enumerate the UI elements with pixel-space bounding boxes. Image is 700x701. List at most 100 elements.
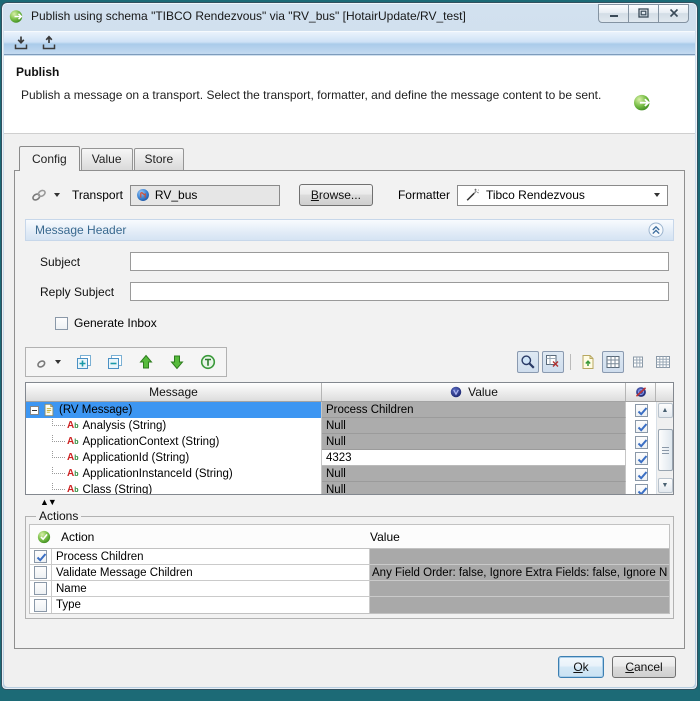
grid-dense-button[interactable] — [652, 351, 674, 373]
reply-subject-label: Reply Subject — [40, 284, 115, 299]
no-validate-icon — [635, 387, 646, 397]
export-page-button[interactable] — [577, 351, 599, 373]
scroll-thumb[interactable] — [657, 429, 673, 471]
generate-inbox-row: Generate Inbox — [55, 316, 684, 330]
message-header-section-bar[interactable]: Message Header — [25, 219, 674, 241]
row-validate-checkbox[interactable] — [634, 419, 648, 433]
dropdown-arrow — [55, 360, 61, 364]
grid-small-button[interactable] — [627, 351, 649, 373]
tree-collapse-toggle[interactable] — [30, 405, 39, 415]
reply-subject-input[interactable] — [130, 282, 669, 301]
row-validate-checkbox[interactable] — [634, 467, 648, 481]
maximize-button[interactable] — [628, 3, 659, 23]
tree-value-cell[interactable]: Null — [322, 466, 626, 482]
tree-row-applicationinstanceid[interactable]: Ab ApplicationInstanceId (String) Null — [26, 466, 656, 482]
expand-all-button[interactable] — [73, 351, 95, 373]
action-row-process-children[interactable]: Process Children — [30, 549, 669, 565]
action-row-validate-message-children[interactable]: Validate Message Children Any Field Orde… — [30, 565, 669, 581]
export-icon[interactable] — [41, 35, 57, 51]
tree-row-class[interactable]: Ab Class (String) Null — [26, 482, 656, 494]
vertical-scrollbar[interactable]: ▲ ▼ — [656, 402, 673, 494]
scroll-track[interactable] — [657, 419, 673, 477]
tree-row-analysis[interactable]: Ab Analysis (String) Null — [26, 418, 656, 434]
action-row-name[interactable]: Name — [30, 581, 669, 597]
formatter-select[interactable]: Tibco Rendezvous — [456, 184, 668, 206]
formatter-dropdown-arrow — [654, 193, 660, 197]
action-checkbox[interactable] — [34, 598, 47, 612]
publish-app-icon — [9, 10, 23, 23]
actions-column-action: Action — [61, 529, 95, 544]
splitter-up-icon[interactable]: ▲ — [40, 497, 49, 507]
message-table-body: (RV Message) Process Children Ab Analysis… — [26, 402, 673, 494]
subject-label: Subject — [40, 254, 81, 269]
expand-all-icon — [77, 355, 91, 369]
transport-value: RV_bus — [154, 188, 198, 202]
close-button[interactable] — [658, 3, 689, 23]
grid-view-button[interactable] — [602, 351, 624, 373]
splitter-down-icon[interactable]: ▼ — [48, 497, 57, 507]
minimize-button[interactable] — [598, 3, 629, 23]
import-icon[interactable] — [13, 35, 29, 51]
tree-value-cell[interactable]: Null — [322, 434, 626, 450]
collapse-all-button[interactable] — [104, 351, 126, 373]
tree-row-applicationid[interactable]: Ab ApplicationId (String) 4323 — [26, 450, 656, 466]
link-menu-button[interactable] — [33, 351, 64, 373]
move-up-button[interactable] — [135, 351, 157, 373]
action-value-cell[interactable] — [370, 549, 669, 564]
find-in-table-button[interactable] — [542, 351, 564, 373]
collapse-section-button[interactable] — [648, 222, 664, 238]
magnifier-icon — [521, 355, 535, 369]
column-header-value[interactable]: Value — [322, 383, 626, 401]
actions-table-header: Action Value — [30, 525, 669, 549]
message-tree-table: Message Value (RV Message) Process Child… — [25, 382, 674, 495]
tree-value-cell[interactable]: Null — [322, 482, 626, 494]
ok-button[interactable]: Ok — [558, 655, 604, 678]
string-type-icon: Ab — [67, 452, 79, 463]
row-validate-checkbox[interactable] — [634, 435, 648, 449]
title-bar[interactable]: Publish using schema "TIBCO Rendezvous" … — [2, 3, 697, 29]
scroll-down-button[interactable]: ▼ — [657, 478, 673, 493]
browse-button[interactable]: Browse... — [298, 184, 373, 206]
tree-row-applicationcontext[interactable]: Ab ApplicationContext (String) Null — [26, 434, 656, 450]
link-icon[interactable] — [31, 187, 47, 203]
string-type-icon: Ab — [67, 420, 79, 431]
action-checkbox[interactable] — [34, 582, 47, 595]
splitter-handle[interactable]: ▲ ▼ — [15, 495, 684, 508]
link-dropdown-arrow[interactable] — [54, 193, 60, 197]
transport-field[interactable]: RV_bus — [129, 184, 280, 206]
action-row-type[interactable]: Type — [30, 597, 669, 613]
string-type-icon: Ab — [67, 484, 79, 495]
row-validate-checkbox[interactable] — [634, 483, 648, 494]
message-table-header: Message Value — [26, 383, 673, 402]
action-value-cell[interactable]: Any Field Order: false, Ignore Extra Fie… — [370, 565, 669, 580]
actions-check-icon — [37, 530, 51, 543]
tab-config[interactable]: Config — [19, 146, 80, 171]
scroll-up-button[interactable]: ▲ — [657, 403, 673, 418]
tree-value-cell[interactable]: Null — [322, 418, 626, 434]
tree-row-rv-message[interactable]: (RV Message) Process Children — [26, 402, 656, 418]
action-checkbox[interactable] — [34, 550, 47, 563]
rv-transport-icon — [136, 189, 149, 201]
action-value-cell[interactable] — [370, 597, 669, 613]
page-export-icon — [582, 355, 594, 369]
generate-inbox-checkbox[interactable] — [55, 316, 68, 330]
column-header-validate[interactable] — [626, 383, 656, 401]
tree-value-cell[interactable]: Process Children — [322, 402, 626, 418]
up-arrow-icon — [139, 354, 153, 369]
tree-value-cell-editing[interactable]: 4323 — [322, 450, 626, 466]
action-checkbox[interactable] — [34, 566, 47, 579]
action-value-cell[interactable] — [370, 581, 669, 596]
config-tab-panel: Transport RV_bus Browse... Formatter Tib… — [14, 170, 685, 649]
zoom-view-button[interactable] — [517, 351, 539, 373]
row-validate-checkbox[interactable] — [634, 451, 648, 465]
maximize-icon — [638, 8, 649, 18]
subject-input[interactable] — [130, 252, 669, 271]
row-validate-checkbox[interactable] — [634, 403, 648, 417]
test-button[interactable] — [197, 351, 219, 373]
tab-value[interactable]: Value — [80, 148, 133, 170]
tab-store[interactable]: Store — [133, 148, 185, 170]
formatter-value: Tibco Rendezvous — [485, 188, 585, 202]
move-down-button[interactable] — [166, 351, 188, 373]
cancel-button[interactable]: Cancel — [612, 655, 676, 678]
column-header-message[interactable]: Message — [26, 383, 322, 401]
